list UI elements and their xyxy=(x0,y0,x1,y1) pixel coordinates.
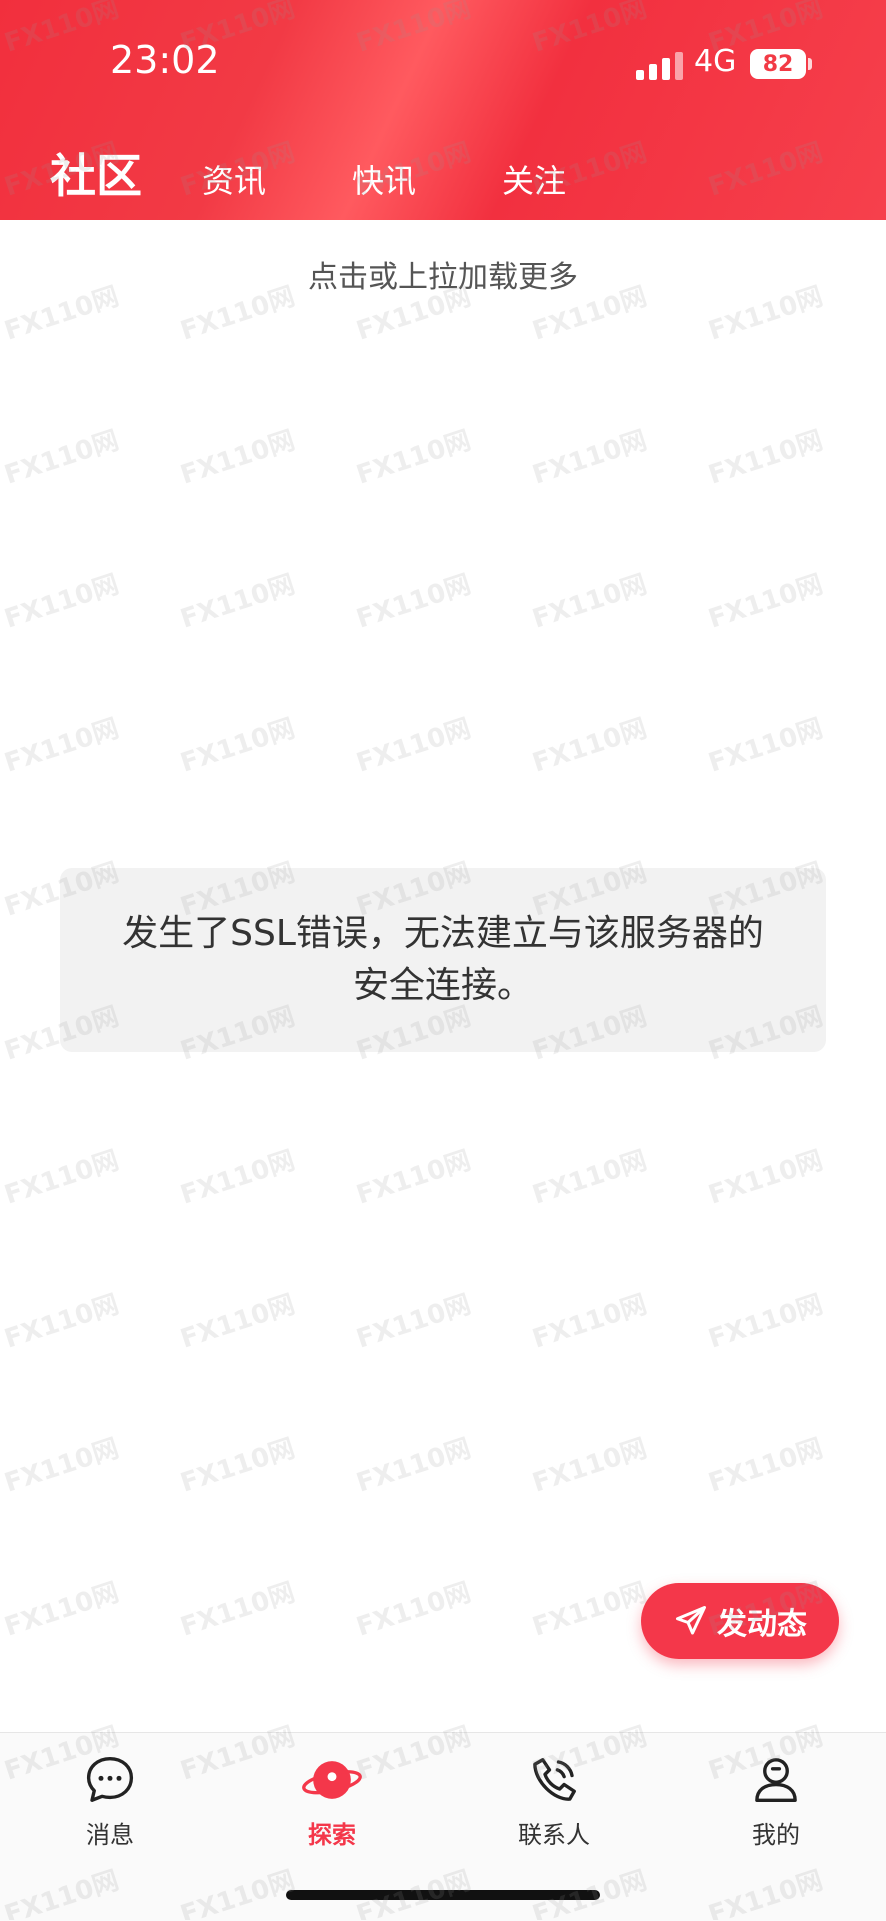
watermark-mark: FX110网 xyxy=(529,1146,651,1211)
phone-icon xyxy=(533,1758,576,1801)
watermark-mark: FX110网 xyxy=(1,1578,123,1643)
error-message: 发生了SSL错误，无法建立与该服务器的安全连接。 xyxy=(122,913,764,1006)
watermark-mark: FX110网 xyxy=(353,426,475,491)
watermark-mark: FX110网 xyxy=(1,1434,123,1499)
nav-messages-label: 消息 xyxy=(86,1821,134,1849)
nav-profile[interactable]: 我的 xyxy=(706,1753,846,1850)
send-icon xyxy=(676,1606,706,1635)
watermark-mark: FX110网 xyxy=(529,1290,651,1355)
battery-icon: 82 xyxy=(750,49,806,79)
watermark-mark: FX110网 xyxy=(705,1290,827,1355)
tab-following[interactable]: 关注 xyxy=(502,156,566,202)
watermark-mark: FX110网 xyxy=(529,1578,651,1643)
nav-contacts-label: 联系人 xyxy=(518,1821,590,1849)
watermark-mark: FX110网 xyxy=(353,1290,475,1355)
nav-contacts[interactable]: 联系人 xyxy=(484,1753,624,1850)
watermark-mark: FX110网 xyxy=(529,714,651,779)
watermark-mark: FX110网 xyxy=(353,570,475,635)
watermark-mark: FX110网 xyxy=(177,426,299,491)
watermark-mark: FX110网 xyxy=(1,1290,123,1355)
watermark-mark: FX110网 xyxy=(353,714,475,779)
watermark-mark: FX110网 xyxy=(177,1290,299,1355)
nav-profile-label: 我的 xyxy=(752,1821,800,1849)
battery-tip xyxy=(808,58,812,70)
chat-bubble-icon xyxy=(86,1756,134,1802)
nav-explore[interactable]: 探索 xyxy=(262,1753,402,1850)
watermark-mark: FX110网 xyxy=(353,1578,475,1643)
watermark-mark: FX110网 xyxy=(177,714,299,779)
watermark-mark: FX110网 xyxy=(705,570,827,635)
user-icon xyxy=(755,1758,797,1802)
watermark-mark: FX110网 xyxy=(1,570,123,635)
watermark-mark: FX110网 xyxy=(529,426,651,491)
watermark-mark: FX110网 xyxy=(177,1434,299,1499)
watermark-mark: FX110网 xyxy=(1,1146,123,1211)
planet-icon xyxy=(302,1761,362,1799)
top-header: 23:02 4G 82 社区 资讯 快讯 关注 xyxy=(0,0,886,220)
watermark-mark: FX110网 xyxy=(177,1578,299,1643)
tab-community[interactable]: 社区 xyxy=(50,140,142,206)
watermark-mark: FX110网 xyxy=(705,1146,827,1211)
header-tabs: 社区 资讯 快讯 关注 xyxy=(50,140,652,206)
status-time: 23:02 xyxy=(110,38,220,82)
watermark-mark: FX110网 xyxy=(353,1146,475,1211)
nav-explore-label: 探索 xyxy=(308,1821,356,1849)
watermark-mark: FX110网 xyxy=(177,570,299,635)
watermark-mark: FX110网 xyxy=(177,1146,299,1211)
post-update-button[interactable]: 发动态 xyxy=(641,1583,839,1659)
watermark-mark: FX110网 xyxy=(705,1434,827,1499)
watermark-mark: FX110网 xyxy=(1,426,123,491)
error-toast: 发生了SSL错误，无法建立与该服务器的安全连接。 xyxy=(60,868,826,1052)
watermark-mark: FX110网 xyxy=(353,1434,475,1499)
watermark-mark: FX110网 xyxy=(705,714,827,779)
network-type: 4G xyxy=(694,44,737,79)
load-more-link[interactable]: 点击或上拉加载更多 xyxy=(0,252,886,296)
home-indicator[interactable] xyxy=(286,1890,600,1900)
post-update-label: 发动态 xyxy=(717,1607,807,1642)
watermark-mark: FX110网 xyxy=(705,426,827,491)
tab-news[interactable]: 资讯 xyxy=(202,156,266,202)
watermark-mark: FX110网 xyxy=(1,714,123,779)
tab-flash[interactable]: 快讯 xyxy=(352,156,416,202)
signal-icon xyxy=(636,52,683,80)
watermark-mark: FX110网 xyxy=(529,1434,651,1499)
watermark-mark: FX110网 xyxy=(529,570,651,635)
nav-messages[interactable]: 消息 xyxy=(40,1753,180,1850)
